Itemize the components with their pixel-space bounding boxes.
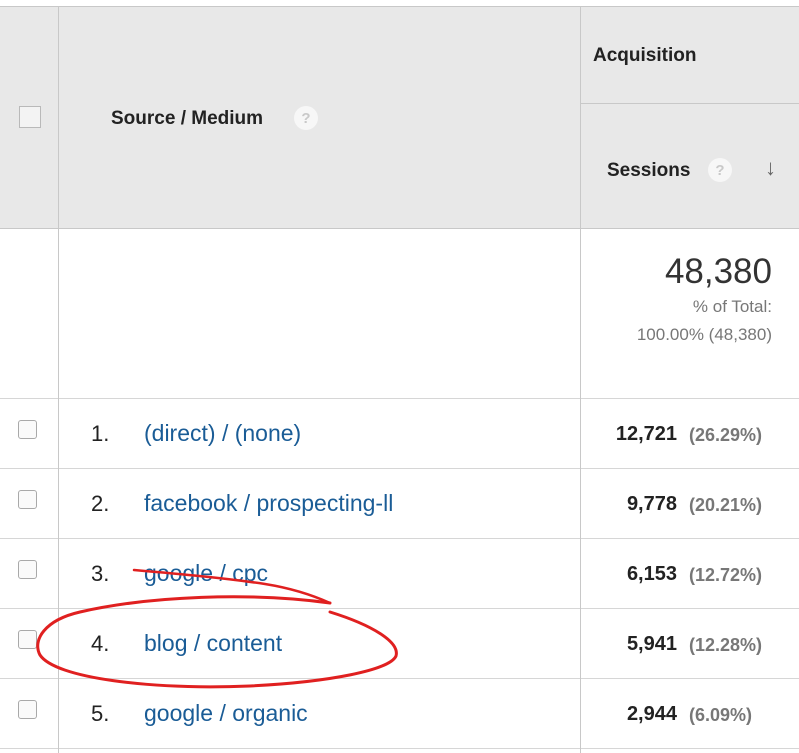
row-checkbox[interactable] — [18, 420, 37, 439]
row-number: 3. — [91, 561, 110, 586]
row-number: 5. — [91, 701, 110, 726]
sessions-heading[interactable]: Sessions — [607, 160, 690, 182]
source-medium-link[interactable]: facebook / prospecting-ll — [144, 490, 393, 517]
row-number: 2. — [91, 491, 110, 516]
sessions-value: 12,721 — [615, 423, 677, 445]
header-bottom-border — [0, 228, 799, 229]
row-divider-1 — [0, 468, 799, 469]
row-divider-5 — [0, 748, 799, 749]
row-checkbox[interactable] — [18, 490, 37, 509]
acquisition-heading: Acquisition — [593, 45, 697, 66]
sessions-value: 5,941 — [626, 633, 677, 655]
row-checkbox[interactable] — [18, 560, 37, 579]
row-number: 4. — [91, 631, 110, 656]
row-divider-2 — [0, 538, 799, 539]
total-pct-label: % of Total: — [692, 297, 772, 316]
row-divider-3 — [0, 608, 799, 609]
sessions-percent: (12.28%) — [689, 635, 763, 655]
report-table: Acquisition Source / Medium ? Sessions ?… — [0, 0, 799, 753]
sessions-value: 9,778 — [626, 493, 677, 515]
sessions-percent: (12.72%) — [689, 565, 763, 585]
source-medium-link[interactable]: blog / content — [144, 630, 282, 657]
row-number: 1. — [91, 421, 110, 446]
select-all-checkbox[interactable] — [19, 106, 41, 128]
sessions-value: 6,153 — [626, 563, 677, 585]
source-medium-link[interactable]: google / organic — [144, 700, 308, 727]
acquisition-divider — [581, 103, 799, 104]
sessions-percent: (20.21%) — [689, 495, 763, 515]
totals-bottom-border — [0, 398, 799, 399]
total-pct-value: 100.00% (48,380) — [636, 325, 772, 344]
sessions-percent: (6.09%) — [689, 705, 753, 725]
total-sessions-value: 48,380 — [664, 252, 772, 291]
sessions-percent: (26.29%) — [689, 425, 763, 445]
help-icon[interactable]: ? — [294, 106, 318, 130]
top-border — [0, 6, 799, 7]
source-medium-link[interactable]: google / cpc — [144, 560, 268, 587]
help-icon[interactable]: ? — [708, 158, 732, 182]
row-checkbox[interactable] — [18, 630, 37, 649]
source-medium-link[interactable]: (direct) / (none) — [144, 420, 301, 447]
dimension-heading[interactable]: Source / Medium — [111, 108, 263, 130]
sessions-value: 2,944 — [626, 703, 677, 725]
row-checkbox[interactable] — [18, 700, 37, 719]
row-divider-4 — [0, 678, 799, 679]
sort-descending-icon[interactable]: ↓ — [765, 155, 776, 181]
col-divider-1 — [58, 6, 59, 753]
